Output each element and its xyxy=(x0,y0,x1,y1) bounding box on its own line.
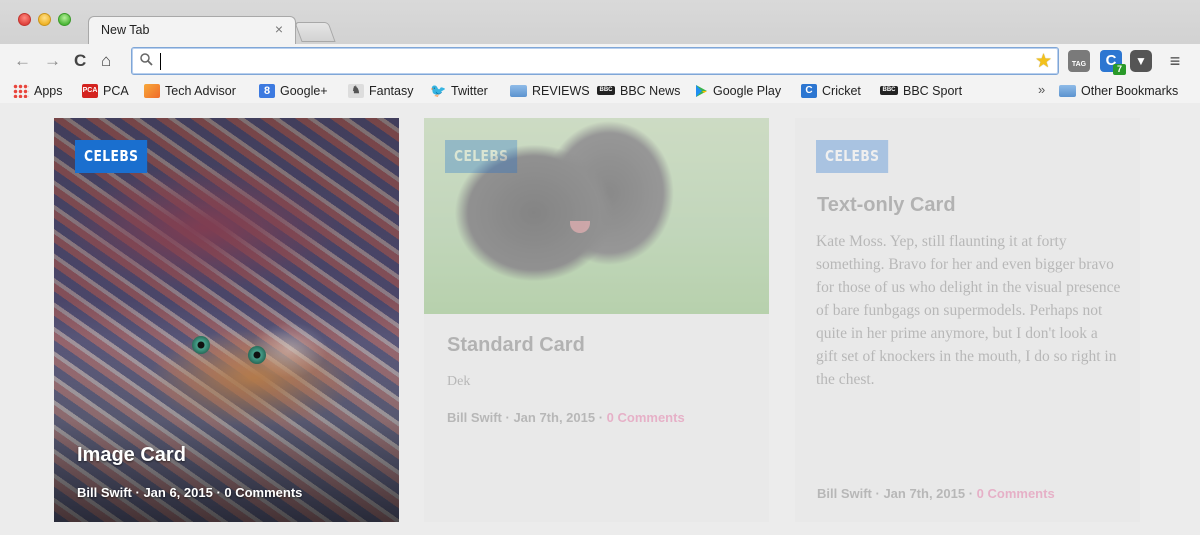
image-card[interactable]: CELEBS Image Card Bill Swift · Jan 6, 20… xyxy=(54,118,399,522)
tab-new-tab[interactable]: New Tab × xyxy=(88,16,296,44)
fantasy-icon: ♞ xyxy=(348,83,364,98)
folder-icon xyxy=(510,84,527,97)
bookmark-label: Cricket xyxy=(822,83,861,98)
card-author-date: Bill Swift · Jan 7th, 2015 · xyxy=(447,410,607,425)
page-content: CELEBS Image Card Bill Swift · Jan 6, 20… xyxy=(0,104,1200,535)
comments-link[interactable]: 0 Comments xyxy=(607,410,685,425)
bookmark-label: Other Bookmarks xyxy=(1081,83,1179,98)
bookmark-label: Tech Advisor xyxy=(165,83,236,98)
browser-chrome: New Tab × ← → C ⌂ ★ TAG C ▼ ≡ 7 Apps PCA xyxy=(0,0,1200,103)
search-icon xyxy=(140,53,153,69)
tab-title: New Tab xyxy=(101,23,150,37)
card-author-date: Bill Swift · Jan 7th, 2015 · xyxy=(817,486,977,501)
card-dek: Dek xyxy=(447,374,471,389)
pocket-icon[interactable]: ▼ xyxy=(1130,50,1152,72)
bookmark-label: Apps xyxy=(34,83,63,98)
bookmark-label: Twitter xyxy=(451,83,488,98)
text-only-card[interactable]: CELEBS Text-only Card Kate Moss. Yep, st… xyxy=(795,118,1140,522)
category-badge[interactable]: CELEBS xyxy=(816,140,889,173)
bookmarks-bar: Apps PCA PCA Tech Advisor 8 Google+ ♞ Fa… xyxy=(0,78,1200,103)
card-meta: Bill Swift · Jan 7th, 2015 · 0 Comments xyxy=(447,410,685,425)
bbc-icon: BBC xyxy=(597,86,615,95)
comments-link[interactable]: 0 Comments xyxy=(977,486,1055,501)
card-title[interactable]: Text-only Card xyxy=(817,194,956,217)
tech-advisor-icon xyxy=(144,83,160,98)
tab-close-icon[interactable]: × xyxy=(275,21,283,37)
apps-grid-icon xyxy=(13,83,29,98)
tag-extension-icon[interactable]: TAG xyxy=(1068,50,1090,72)
bookmark-label: BBC News xyxy=(620,83,681,98)
bookmark-label: PCA xyxy=(103,83,129,98)
tab-strip: New Tab × xyxy=(0,0,1200,44)
category-badge[interactable]: CELEBS xyxy=(445,140,518,173)
c-icon: C xyxy=(801,83,817,98)
menu-icon[interactable]: ≡ xyxy=(1162,50,1188,72)
bookmark-label: Fantasy xyxy=(369,83,414,98)
google-play-icon xyxy=(694,84,708,98)
toolbar: ← → C ⌂ ★ TAG C ▼ ≡ xyxy=(0,44,1200,78)
bookmark-apps[interactable]: Apps xyxy=(13,82,63,99)
zoom-window-button[interactable] xyxy=(58,13,71,26)
bookmark-bbc-news[interactable]: BBC BBC News xyxy=(597,82,680,99)
bbc-icon: BBC xyxy=(880,86,898,95)
standard-card[interactable]: CELEBS Standard Card Dek Bill Swift · Ja… xyxy=(424,118,769,522)
bookmark-other-bookmarks[interactable]: Other Bookmarks xyxy=(1059,82,1178,99)
bookmark-label: BBC Sport xyxy=(903,83,963,98)
google-plus-icon: 8 xyxy=(259,83,275,98)
home-icon[interactable]: ⌂ xyxy=(101,51,111,71)
twitter-bird-icon: 🐦 xyxy=(430,82,447,98)
bookmark-star-icon[interactable]: ★ xyxy=(1035,50,1052,73)
category-badge[interactable]: CELEBS xyxy=(75,140,148,173)
card-title[interactable]: Image Card xyxy=(77,444,186,467)
pca-icon: PCA xyxy=(82,83,98,98)
bookmark-bbc-sport[interactable]: BBC BBC Sport xyxy=(880,82,962,99)
address-input[interactable] xyxy=(158,51,1018,71)
bookmark-reviews-folder[interactable]: REVIEWS xyxy=(510,82,590,99)
bookmark-google-play[interactable]: Google Play xyxy=(694,82,781,99)
card-meta: Bill Swift · Jan 7th, 2015 · 0 Comments xyxy=(817,486,1055,501)
bookmark-fantasy[interactable]: ♞ Fantasy xyxy=(348,82,413,99)
back-arrow-icon[interactable]: ← xyxy=(14,51,31,71)
minimize-window-button[interactable] xyxy=(38,13,51,26)
bookmark-label: REVIEWS xyxy=(532,83,590,98)
more-bookmarks-chevron-icon[interactable]: » xyxy=(1038,82,1045,97)
close-window-button[interactable] xyxy=(18,13,31,26)
extension-badge: 7 xyxy=(1113,64,1126,75)
bookmark-twitter[interactable]: 🐦 Twitter xyxy=(430,82,488,99)
bookmark-tech-advisor[interactable]: Tech Advisor xyxy=(144,82,236,99)
bookmark-cricket[interactable]: C Cricket xyxy=(801,82,861,99)
forward-arrow-icon[interactable]: → xyxy=(44,51,61,71)
new-tab-button[interactable] xyxy=(294,22,336,42)
bookmark-label: Google+ xyxy=(280,83,328,98)
address-bar[interactable]: ★ xyxy=(131,47,1059,75)
bookmark-pca[interactable]: PCA PCA xyxy=(82,82,129,99)
card-meta: Bill Swift · Jan 6, 2015 · 0 Comments xyxy=(77,485,303,500)
card-title[interactable]: Standard Card xyxy=(447,334,585,357)
bookmark-label: Google Play xyxy=(713,83,782,98)
reload-icon[interactable]: C xyxy=(74,51,86,71)
bookmark-google-plus[interactable]: 8 Google+ xyxy=(259,82,328,99)
folder-icon xyxy=(1059,84,1076,97)
card-body: Kate Moss. Yep, still flaunting it at fo… xyxy=(816,233,1121,388)
